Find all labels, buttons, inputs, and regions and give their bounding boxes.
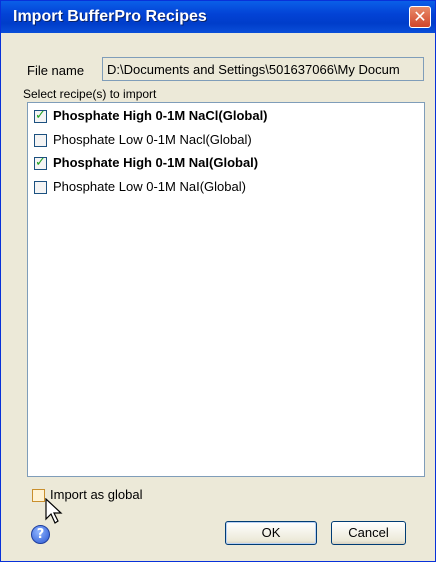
file-name-field[interactable]: D:\Documents and Settings\501637066\My D… xyxy=(102,57,424,81)
recipe-label: Phosphate High 0-1M NaCl(Global) xyxy=(53,108,268,123)
mouse-cursor-icon xyxy=(45,498,63,524)
import-global-label[interactable]: Import as global xyxy=(50,487,143,502)
recipe-label: Phosphate High 0-1M NaI(Global) xyxy=(53,155,259,170)
import-dialog: Import BufferPro Recipes ✕ File name D:\… xyxy=(0,0,436,562)
cancel-button[interactable]: Cancel xyxy=(331,521,406,545)
recipe-checkbox[interactable] xyxy=(34,181,47,194)
close-icon[interactable]: ✕ xyxy=(409,6,431,28)
recipe-list[interactable]: ✓ Phosphate High 0-1M NaCl(Global) Phosp… xyxy=(27,102,425,477)
recipe-checkbox[interactable]: ✓ xyxy=(34,108,47,123)
checkmark-icon: ✓ xyxy=(35,108,46,123)
ok-button[interactable]: OK xyxy=(225,521,317,545)
help-icon[interactable]: ? xyxy=(31,525,50,544)
recipe-checkbox[interactable] xyxy=(34,134,47,147)
window-title: Import BufferPro Recipes xyxy=(13,8,207,25)
recipe-checkbox[interactable]: ✓ xyxy=(34,155,47,170)
recipe-label: Phosphate Low 0-1M NaI(Global) xyxy=(53,179,246,194)
checkmark-icon: ✓ xyxy=(35,155,46,170)
import-global-checkbox[interactable] xyxy=(32,489,45,502)
file-name-label: File name xyxy=(27,63,85,78)
title-bar[interactable]: Import BufferPro Recipes ✕ xyxy=(1,1,435,33)
select-recipes-label: Select recipe(s) to import xyxy=(23,87,157,101)
recipe-label: Phosphate Low 0-1M Nacl(Global) xyxy=(53,132,252,147)
